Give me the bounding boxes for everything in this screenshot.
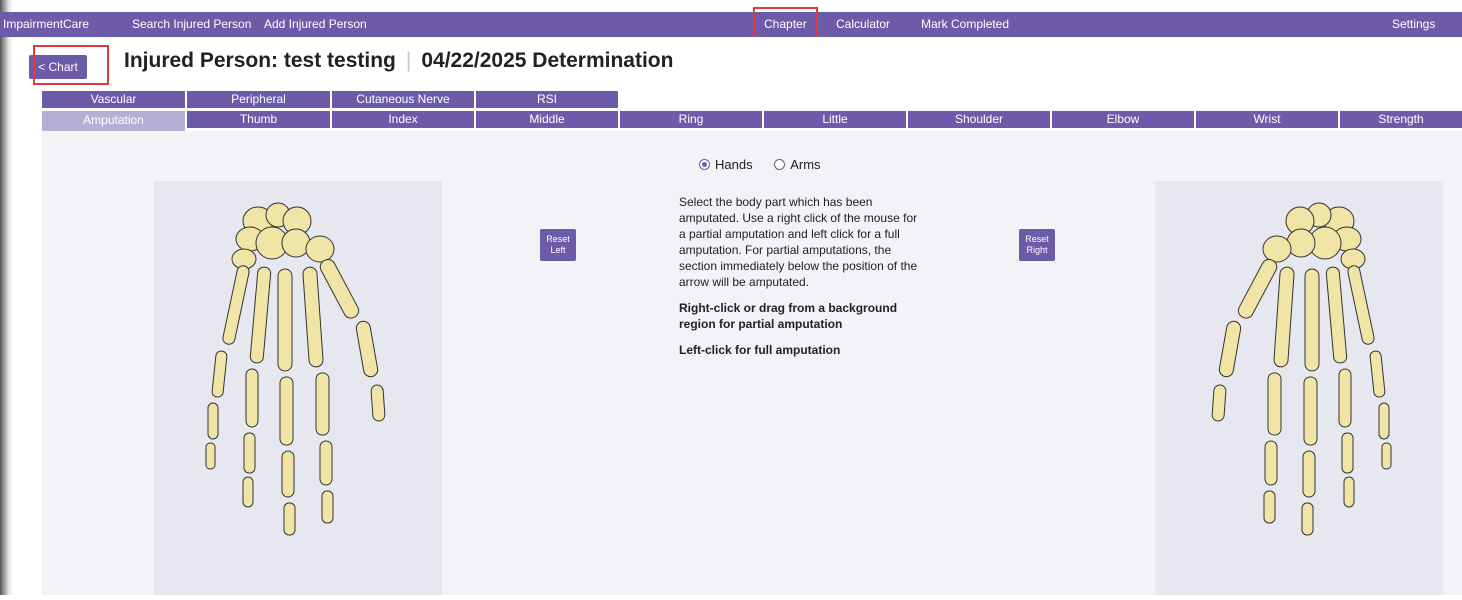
tab-wrist[interactable]: Wrist <box>1196 111 1338 128</box>
limb-toggle: Hands Arms <box>699 157 839 172</box>
instructions-partial: Right-click or drag from a background re… <box>679 301 898 331</box>
tab-ring[interactable]: Ring <box>620 111 762 128</box>
tab-elbow[interactable]: Elbow <box>1052 111 1194 128</box>
instructions-text: Select the body part which has been ampu… <box>679 195 918 289</box>
tab-amputation[interactable]: Amputation <box>42 111 185 131</box>
hand-skeleton-left-icon[interactable] <box>154 181 442 595</box>
tab-cutaneous-nerve[interactable]: Cutaneous Nerve <box>332 91 474 108</box>
instructions-full: Left-click for full amputation <box>679 343 841 357</box>
window-edge-shadow <box>0 0 14 595</box>
tab-shoulder[interactable]: Shoulder <box>908 111 1050 128</box>
reset-right-button[interactable]: Reset Right <box>1019 229 1055 261</box>
hand-skeleton-right-icon[interactable] <box>1155 181 1443 595</box>
tab-middle[interactable]: Middle <box>476 111 618 128</box>
nav-brand[interactable]: ImpairmentCare <box>3 12 89 37</box>
right-hand-area[interactable] <box>1155 181 1443 595</box>
nav-add-injured-person[interactable]: Add Injured Person <box>264 12 367 37</box>
determination-date: 04/22/2025 Determination <box>421 49 674 72</box>
radio-hands[interactable]: Hands <box>699 157 771 172</box>
tab-index[interactable]: Index <box>332 111 474 128</box>
radio-arms-label[interactable]: Arms <box>790 157 820 172</box>
reset-left-line1[interactable]: Reset <box>546 234 570 244</box>
title-separator: | <box>405 49 412 72</box>
nav-mark-completed[interactable]: Mark Completed <box>921 12 1009 37</box>
nav-calculator[interactable]: Calculator <box>836 12 890 37</box>
radio-hands-label[interactable]: Hands <box>715 157 753 172</box>
left-hand-area[interactable] <box>154 181 442 595</box>
nav-settings[interactable]: Settings <box>1392 12 1435 37</box>
top-nav-bar: ImpairmentCare Search Injured Person Add… <box>0 12 1462 37</box>
tab-vascular[interactable]: Vascular <box>42 91 185 108</box>
chart-button-highlight-box <box>33 45 109 85</box>
tab-thumb[interactable]: Thumb <box>187 111 330 128</box>
radio-arms-indicator[interactable] <box>774 159 786 170</box>
page-title: Injured Person: test testing | 04/22/2025 … <box>124 49 673 73</box>
radio-arms[interactable]: Arms <box>774 157 838 172</box>
tab-little[interactable]: Little <box>764 111 906 128</box>
tab-strength[interactable]: Strength <box>1340 111 1462 128</box>
chapter-highlight-box <box>753 7 818 41</box>
amputation-instructions: Select the body part which has been ampu… <box>679 194 919 368</box>
tab-rsi[interactable]: RSI <box>476 91 618 108</box>
reset-right-line2[interactable]: Right <box>1026 245 1047 255</box>
nav-search-injured-person[interactable]: Search Injured Person <box>132 12 251 37</box>
reset-left-button[interactable]: Reset Left <box>540 229 576 261</box>
reset-left-line2[interactable]: Left <box>550 245 565 255</box>
reset-right-line1[interactable]: Reset <box>1025 234 1049 244</box>
injured-person-title: Injured Person: test testing <box>124 49 396 72</box>
tab-peripheral[interactable]: Peripheral <box>187 91 330 108</box>
radio-hands-indicator[interactable] <box>699 159 710 170</box>
